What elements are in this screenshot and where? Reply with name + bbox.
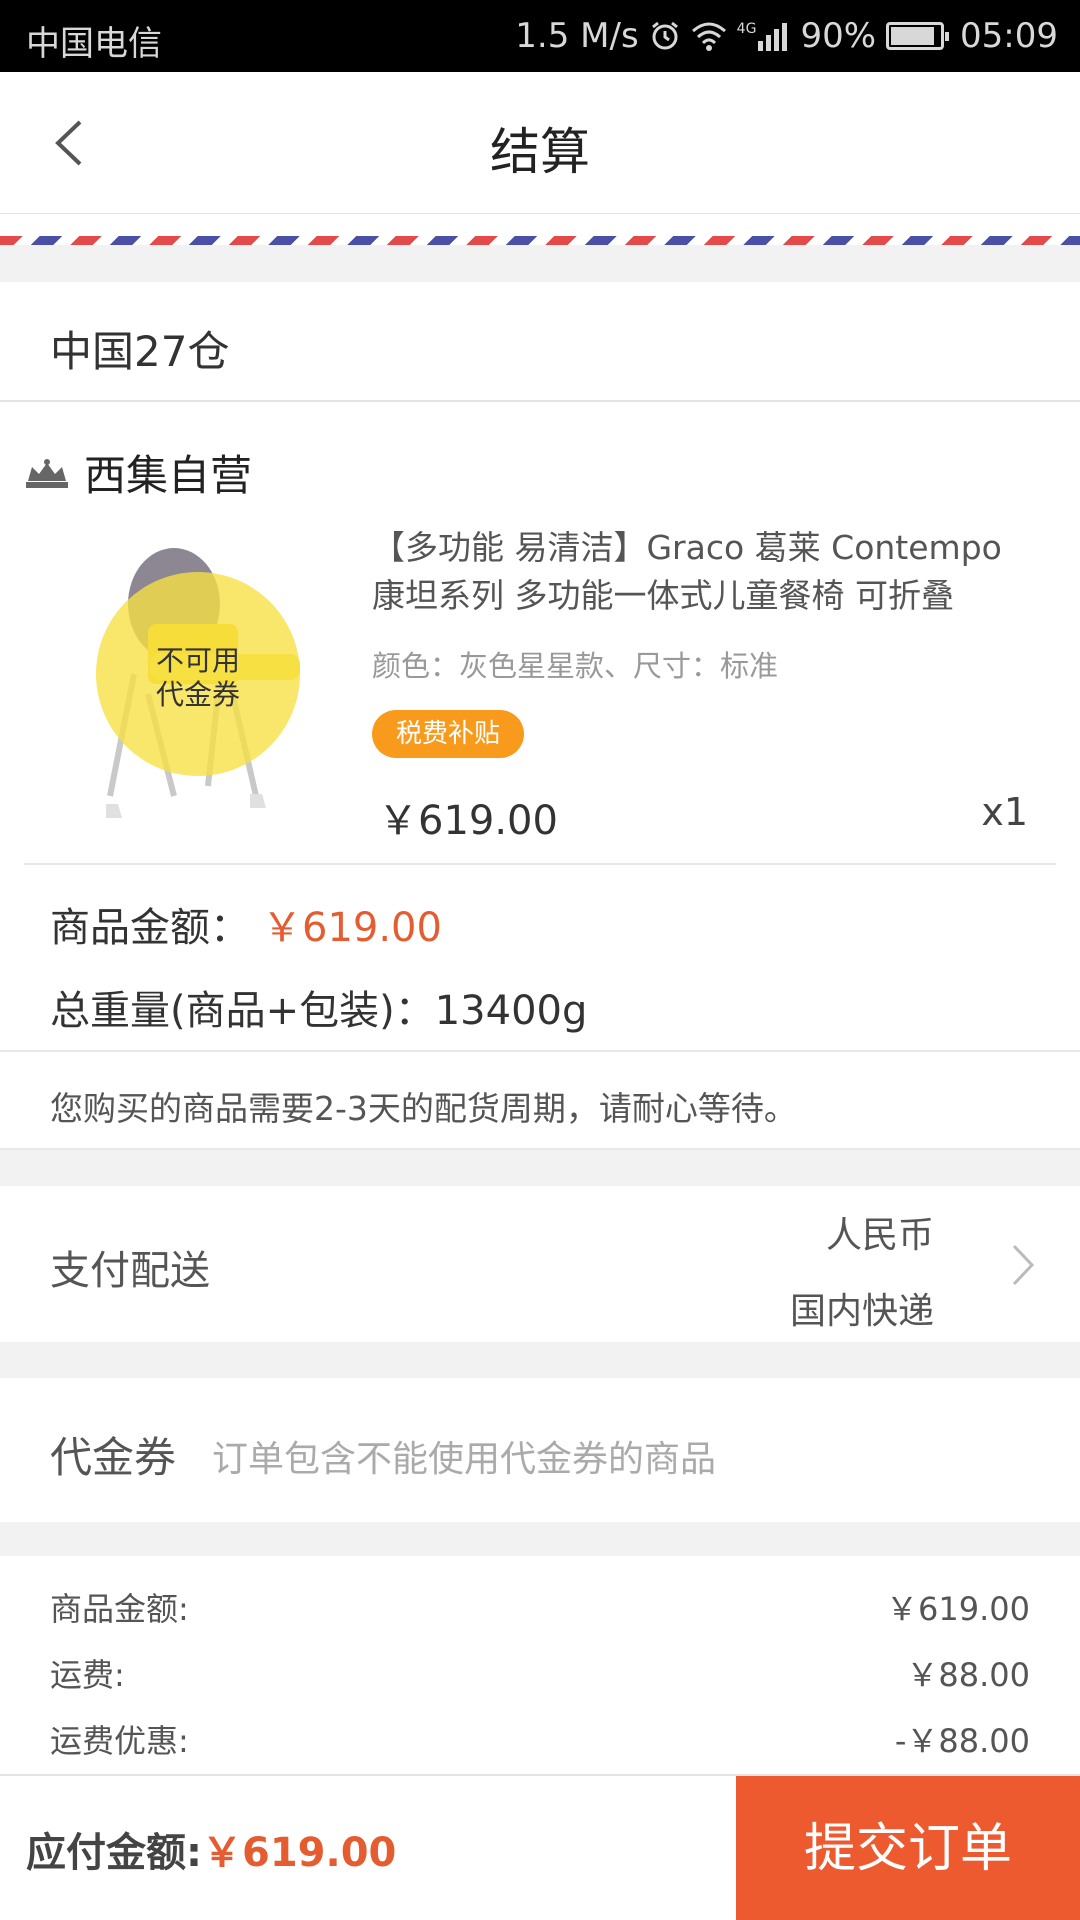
battery-icon <box>886 22 950 50</box>
delivery-notice: 您购买的商品需要2-3天的配货周期，请耐心等待。 <box>50 1089 797 1128</box>
payment-delivery-row[interactable]: 支付配送 人民币 国内快递 <box>0 1186 1080 1342</box>
product-quantity: x1 <box>981 790 1028 834</box>
carrier-name: 中国电信 <box>26 24 162 64</box>
nav-header: 结算 <box>0 72 1080 214</box>
alarm-icon <box>649 20 681 52</box>
status-right: 1.5 M/s 4G 90% 05:09 <box>515 16 1058 56</box>
summary-row: 运费优惠: -￥88.00 <box>50 1716 1030 1766</box>
store-icon <box>26 458 68 488</box>
network-speed: 1.5 M/s <box>515 16 639 56</box>
network-type: 4G <box>736 21 757 37</box>
checkout-bar: 应付金额:￥619.00 提交订单 <box>0 1774 1080 1920</box>
goods-amount: 商品金额： ￥619.00 <box>50 895 442 953</box>
goods-amount-value: ￥619.00 <box>262 905 442 951</box>
chevron-right-icon <box>1012 1244 1035 1286</box>
summary-row: 商品金额: ￥619.00 <box>50 1584 1030 1634</box>
tax-subsidy-badge: 税费补贴 <box>372 710 525 758</box>
divider <box>24 863 1056 865</box>
warehouse-row: 中国27仓 <box>0 282 1080 402</box>
summary-label: 运费优惠: <box>50 1722 189 1760</box>
section-gap <box>0 1342 1080 1378</box>
battery-percent: 90% <box>800 16 877 56</box>
amount-due-label: 应付金额: <box>26 1830 202 1876</box>
summary-row: 运费: ￥88.00 <box>50 1650 1030 1700</box>
shipping-method: 国内快递 <box>789 1291 934 1332</box>
store-name: 西集自营 <box>84 451 253 500</box>
status-bar: 中国电信 1.5 M/s 4G 90% 05:09 <box>0 0 1080 72</box>
amount-due-value: ￥619.00 <box>202 1830 397 1876</box>
total-weight-value: 13400g <box>434 988 588 1034</box>
goods-amount-label: 商品金额： <box>50 905 250 951</box>
product-image[interactable]: 不可用 代金券 <box>78 524 318 824</box>
amount-due: 应付金额:￥619.00 <box>26 1820 396 1878</box>
product-spec: 颜色：灰色星星款、尺寸：标准 <box>372 649 779 683</box>
total-weight: 总重量(商品+包装)：13400g <box>50 978 587 1036</box>
section-gap <box>0 245 1080 282</box>
summary-value: -￥88.00 <box>894 1722 1030 1760</box>
product-price: ￥619.00 <box>378 798 558 844</box>
coupon-label: 代金券 <box>50 1433 177 1482</box>
warehouse-name: 中国27仓 <box>50 327 230 376</box>
section-gap <box>0 1522 1080 1556</box>
clock: 05:09 <box>960 16 1058 56</box>
coupon-hint: 订单包含不能使用代金券的商品 <box>212 1439 717 1480</box>
divider <box>0 1050 1080 1052</box>
summary-label: 商品金额: <box>50 1590 189 1628</box>
coupon-row[interactable]: 代金券 订单包含不能使用代金券的商品 <box>0 1378 1080 1522</box>
coupon-unavailable-overlay: 不可用 代金券 <box>155 644 240 711</box>
wifi-icon <box>691 21 727 51</box>
signal-icon: 4G <box>737 21 791 51</box>
summary-value: ￥88.00 <box>906 1656 1030 1694</box>
summary-label: 运费: <box>50 1656 125 1694</box>
price-summary: 商品金额: ￥619.00 运费: ￥88.00 运费优惠: -￥88.00 <box>0 1556 1080 1776</box>
airmail-stripe <box>0 236 1080 245</box>
section-gap <box>0 1150 1080 1186</box>
page-title: 结算 <box>490 123 590 181</box>
store-header: 西集自营 <box>24 442 252 503</box>
currency-value: 人民币 <box>825 1215 934 1256</box>
submit-order-button[interactable]: 提交订单 <box>736 1776 1080 1920</box>
summary-value: ￥619.00 <box>886 1590 1030 1628</box>
payment-delivery-label: 支付配送 <box>50 1248 210 1294</box>
product-title[interactable]: 【多功能 易清洁】Graco 葛莱 Contempo 康坦系列 多功能一体式儿童… <box>372 524 1032 620</box>
total-weight-label: 总重量(商品+包装)： <box>50 988 435 1034</box>
